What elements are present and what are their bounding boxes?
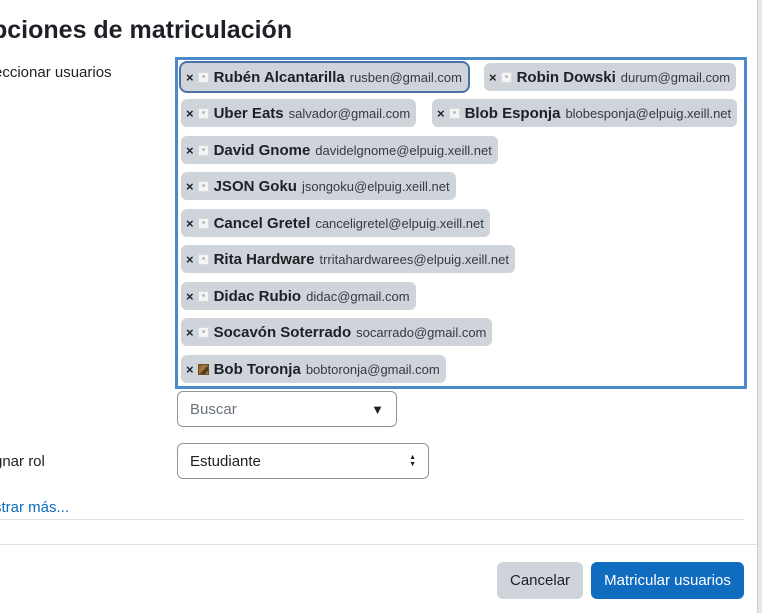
modal-title: pciones de matriculación bbox=[0, 16, 293, 44]
user-email: bobtoronja@gmail.com bbox=[305, 361, 440, 377]
search-users-dropdown[interactable]: Buscar ▼ bbox=[177, 391, 397, 427]
user-chip[interactable]: × Didac Rubio didac@gmail.com bbox=[181, 282, 416, 310]
user-name: Bob Toronja bbox=[213, 360, 301, 378]
user-email: socarrado@gmail.com bbox=[356, 324, 487, 340]
role-selected-value: Estudiante bbox=[190, 452, 261, 470]
user-email: davidelgnome@elpuig.xeill.net bbox=[315, 142, 492, 158]
user-chip[interactable]: × JSON Goku jsongoku@elpuig.xeill.net bbox=[181, 172, 456, 200]
remove-icon[interactable]: × bbox=[437, 106, 445, 121]
remove-icon[interactable]: × bbox=[186, 106, 194, 121]
default-avatar-icon bbox=[197, 71, 209, 83]
user-name: Socavón Soterrado bbox=[213, 323, 352, 341]
section-divider bbox=[0, 519, 744, 520]
assign-role-label: gnar rol bbox=[0, 453, 45, 470]
remove-icon[interactable]: × bbox=[186, 325, 194, 340]
remove-icon[interactable]: × bbox=[186, 179, 194, 194]
default-avatar-icon bbox=[448, 107, 460, 119]
user-name: Robin Dowski bbox=[516, 68, 616, 86]
remove-icon[interactable]: × bbox=[186, 216, 194, 231]
user-email: canceligretel@elpuig.xeill.net bbox=[315, 215, 484, 231]
selected-users-list: × Rubén Alcantarilla rusben@gmail.com × … bbox=[175, 57, 747, 389]
select-users-label: eccionar usuarios bbox=[0, 64, 112, 81]
user-chip[interactable]: × Cancel Gretel canceligretel@elpuig.xei… bbox=[181, 209, 490, 237]
default-avatar-icon bbox=[197, 180, 209, 192]
user-chip[interactable]: × Robin Dowski durum@gmail.com bbox=[484, 63, 737, 91]
remove-icon[interactable]: × bbox=[186, 362, 194, 377]
remove-icon[interactable]: × bbox=[186, 143, 194, 158]
user-email: jsongoku@elpuig.xeill.net bbox=[301, 178, 450, 194]
default-avatar-icon bbox=[197, 107, 209, 119]
user-chip[interactable]: × Uber Eats salvador@gmail.com bbox=[181, 99, 417, 127]
remove-icon[interactable]: × bbox=[186, 252, 194, 267]
user-chip[interactable]: × Rita Hardware trritahardwarees@elpuig.… bbox=[181, 245, 515, 273]
remove-icon[interactable]: × bbox=[186, 289, 194, 304]
footer-divider bbox=[0, 544, 757, 545]
role-select[interactable]: Estudiante ▲ ▼ bbox=[177, 443, 429, 479]
user-chip[interactable]: × David Gnome davidelgnome@elpuig.xeill.… bbox=[181, 136, 498, 164]
user-name: Didac Rubio bbox=[213, 287, 302, 305]
user-name: David Gnome bbox=[213, 141, 311, 159]
default-avatar-icon bbox=[197, 217, 209, 229]
user-chip[interactable]: × Socavón Soterrado socarrado@gmail.com bbox=[181, 318, 493, 346]
user-name: JSON Goku bbox=[213, 177, 297, 195]
search-placeholder: Buscar bbox=[190, 400, 237, 418]
user-name: Cancel Gretel bbox=[213, 214, 311, 232]
default-avatar-icon bbox=[500, 71, 512, 83]
default-avatar-icon bbox=[197, 326, 209, 338]
select-arrows-icon: ▲ ▼ bbox=[409, 454, 416, 468]
enrol-users-button[interactable]: Matricular usuarios bbox=[591, 562, 744, 599]
default-avatar-icon bbox=[197, 144, 209, 156]
remove-icon[interactable]: × bbox=[489, 70, 497, 85]
user-name: Rubén Alcantarilla bbox=[213, 68, 345, 86]
user-chip[interactable]: × Rubén Alcantarilla rusben@gmail.com bbox=[181, 63, 468, 91]
user-chip[interactable]: × Blob Esponja blobesponja@elpuig.xeill.… bbox=[432, 99, 738, 127]
user-email: didac@gmail.com bbox=[306, 288, 410, 304]
show-more-link[interactable]: strar más... bbox=[0, 499, 69, 516]
default-avatar-icon bbox=[197, 290, 209, 302]
user-chip[interactable]: × Bob Toronja bobtoronja@gmail.com bbox=[181, 355, 446, 383]
user-email: salvador@gmail.com bbox=[288, 105, 411, 121]
user-email: durum@gmail.com bbox=[620, 69, 731, 85]
user-name: Rita Hardware bbox=[213, 250, 315, 268]
remove-icon[interactable]: × bbox=[186, 70, 194, 85]
user-email: rusben@gmail.com bbox=[349, 69, 462, 85]
photo-avatar-icon bbox=[197, 363, 209, 375]
user-name: Uber Eats bbox=[213, 104, 284, 122]
caret-down-icon[interactable]: ▼ bbox=[371, 402, 384, 417]
user-email: trritahardwarees@elpuig.xeill.net bbox=[319, 251, 509, 267]
window-edge bbox=[757, 0, 762, 613]
default-avatar-icon bbox=[197, 253, 209, 265]
cancel-button[interactable]: Cancelar bbox=[497, 562, 583, 599]
user-name: Blob Esponja bbox=[464, 104, 561, 122]
user-email: blobesponja@elpuig.xeill.net bbox=[565, 105, 732, 121]
